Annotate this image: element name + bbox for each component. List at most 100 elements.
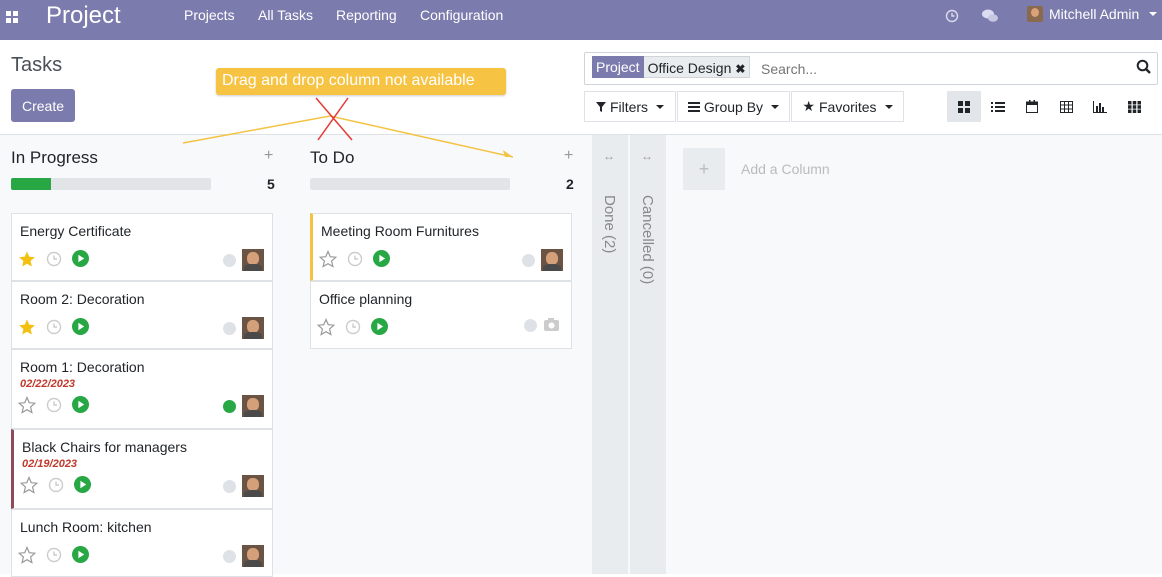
menu-reporting[interactable]: Reporting [336,7,397,23]
assignee-avatar[interactable] [242,545,264,567]
unassigned-avatar-icon[interactable] [543,317,563,333]
activity-clock-icon[interactable] [46,547,62,566]
play-timer-icon[interactable] [373,250,390,270]
kanban-state-dot[interactable] [524,318,537,332]
kanban-view-button[interactable] [947,91,981,122]
expand-column-icon: ↔ [603,149,615,163]
task-name: Room 1: Decoration [20,359,145,375]
activity-clock-icon[interactable] [945,9,959,23]
task-name: Office planning [319,291,413,307]
activity-clock-icon[interactable] [46,251,62,270]
quick-create-plus-icon[interactable]: + [264,147,273,165]
filters-button[interactable]: Filters [584,91,676,122]
menu-configuration[interactable]: Configuration [420,7,503,23]
star-filled-icon[interactable] [18,318,36,339]
task-card[interactable]: Room 1: Decoration 02/22/2023 [11,349,273,429]
star-icon[interactable] [318,249,338,271]
star-filled-icon[interactable] [18,250,36,271]
create-button[interactable]: Create [11,89,75,122]
play-timer-icon[interactable] [72,546,89,566]
play-timer-icon[interactable] [72,318,89,338]
folded-column-done[interactable]: ↔ Done (2) [592,135,628,574]
star-icon[interactable] [17,395,37,417]
assignee-avatar[interactable] [242,249,264,271]
task-name: Meeting Room Furnitures [321,223,479,239]
graph-view-button[interactable] [1083,91,1117,122]
list-view-button[interactable] [981,91,1015,122]
drag-disabled-tooltip: Drag and drop column not available [216,68,506,95]
star-icon[interactable] [17,545,37,567]
filter-icon [595,101,606,112]
chevron-down-icon [656,104,665,109]
star-icon[interactable] [19,475,39,497]
add-column[interactable]: + Add a Column [683,148,830,190]
activity-clock-icon[interactable] [48,477,64,496]
chat-icon[interactable] [981,8,999,24]
remove-facet-icon[interactable]: ✖ [735,62,745,76]
task-card[interactable]: Office planning [310,281,572,349]
activity-clock-icon[interactable] [345,319,361,338]
task-card[interactable]: Room 2: Decoration [11,281,273,349]
user-menu[interactable]: Mitchell Admin [1027,6,1158,22]
task-card[interactable]: Lunch Room: kitchen [11,509,273,577]
kanban-state-dot[interactable] [223,253,236,267]
user-avatar [1027,6,1043,22]
expand-column-icon: ↔ [641,149,653,163]
user-name: Mitchell Admin [1049,6,1140,22]
assignee-avatar[interactable] [541,249,563,271]
quick-create-plus-icon[interactable]: + [564,147,573,165]
favorites-button[interactable]: ★ Favorites [791,91,904,122]
table-icon [1059,100,1073,113]
control-panel: Tasks Create Project Office Design✖ Filt… [0,40,1162,135]
chevron-down-icon [1149,12,1158,16]
search-input[interactable] [759,57,1123,81]
assignee-avatar[interactable] [242,395,264,417]
add-column-plus-icon[interactable]: + [683,148,725,190]
group-by-button[interactable]: Group By [677,91,790,122]
chevron-down-icon [771,104,780,109]
star-icon[interactable] [316,317,336,339]
app-brand[interactable]: Project [46,2,121,30]
column-title[interactable]: To Do [310,148,354,168]
play-timer-icon[interactable] [72,396,89,416]
column-count: 5 [267,176,275,192]
task-name: Lunch Room: kitchen [20,519,152,535]
kanban-state-dot[interactable] [223,549,236,563]
kanban-state-dot[interactable] [223,399,236,413]
menu-all-tasks[interactable]: All Tasks [258,7,313,23]
kanban-icon [958,100,970,113]
menu-projects[interactable]: Projects [184,7,235,23]
chevron-down-icon [884,104,893,109]
assignee-avatar[interactable] [242,317,264,339]
assignee-avatar[interactable] [242,475,264,497]
pivot-view-button[interactable] [1049,91,1083,122]
play-timer-icon[interactable] [74,476,91,496]
column-count: 2 [566,176,574,192]
list-icon [991,101,1005,112]
play-timer-icon[interactable] [371,318,388,338]
task-card[interactable]: Black Chairs for managers 02/19/2023 [11,429,273,509]
view-switcher [947,91,1151,122]
activity-clock-icon[interactable] [347,251,363,270]
column-progress-bar[interactable] [310,178,510,190]
folded-column-title: Cancelled (0) [639,195,656,285]
activity-view-button[interactable] [1117,91,1151,122]
task-name: Room 2: Decoration [20,291,145,307]
kanban-state-dot[interactable] [522,253,535,267]
progress-fill [11,178,51,190]
folded-column-cancelled[interactable]: ↔ Cancelled (0) [630,135,666,574]
kanban-state-dot[interactable] [223,479,236,493]
apps-menu-icon[interactable] [6,10,20,24]
column-progress-bar[interactable] [11,178,211,190]
kanban-state-dot[interactable] [223,321,236,335]
search-icon[interactable] [1136,59,1152,75]
calendar-view-button[interactable] [1015,91,1049,122]
play-timer-icon[interactable] [72,250,89,270]
activity-clock-icon[interactable] [46,319,62,338]
task-card[interactable]: Energy Certificate [11,213,273,281]
activity-clock-icon[interactable] [46,397,62,416]
task-card[interactable]: Meeting Room Furnitures [310,213,572,281]
facet-label: Project [592,56,644,78]
add-column-label[interactable]: Add a Column [741,161,830,177]
column-title[interactable]: In Progress [11,148,98,168]
